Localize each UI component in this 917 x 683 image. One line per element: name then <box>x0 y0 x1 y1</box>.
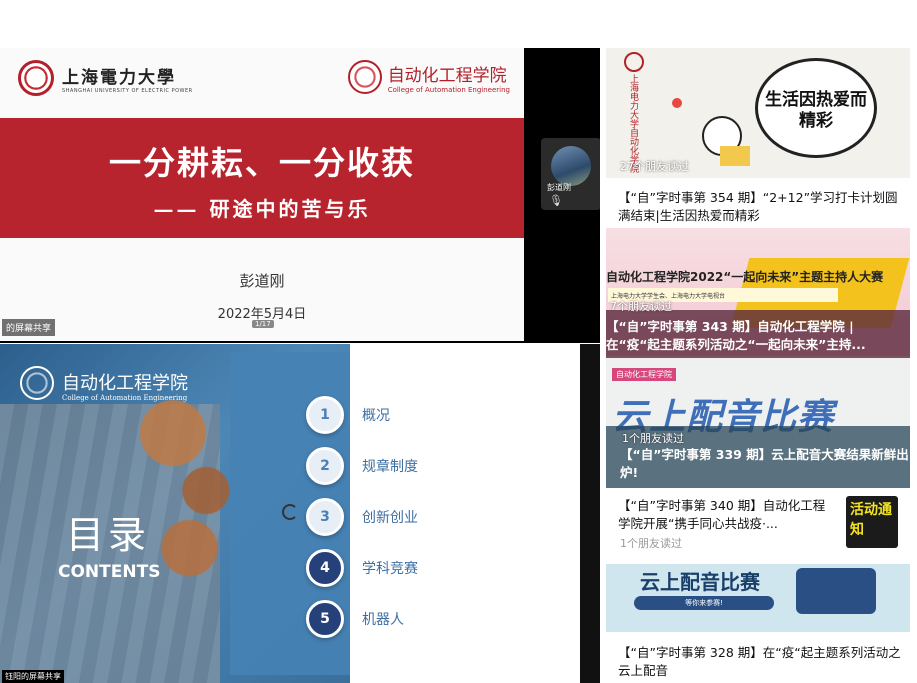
toc-item: 2 规章制度 <box>306 447 418 485</box>
toc-label: 学科竞赛 <box>362 561 418 577</box>
toc-number: 2 <box>306 447 344 485</box>
cover-title: 云上配音比赛 <box>640 570 760 594</box>
article-title[interactable]: 【“自”字时事第 340 期】自动化工程学院开展“携手同心共战疫·... <box>618 497 836 533</box>
cover-button: 等你来参赛! <box>634 596 774 610</box>
toc-item: 1 概况 <box>306 396 390 434</box>
university-name-en: SHANGHAI UNIVERSITY OF ELECTRIC POWER <box>62 87 193 94</box>
radio-illustration-icon <box>796 568 876 614</box>
article-title[interactable]: 【“自”字时事第 339 期】云上配音大赛结果新鲜出炉! <box>620 446 910 482</box>
toc-number: 1 <box>306 396 344 434</box>
article-feed[interactable]: 上海电力大学自动化学院 生活因热爱而精彩 27个朋友读过 【“自”字时事第 35… <box>600 48 917 683</box>
thumbnail-text: 活动通知 <box>850 502 892 538</box>
university-logo: 上海電力大學 SHANGHAI UNIVERSITY OF ELECTRIC P… <box>18 60 193 96</box>
participant-tile[interactable]: 彭道刚 🎙 <box>541 138 601 210</box>
avatar <box>551 146 591 186</box>
slide2-contents: CONTENTS <box>58 562 161 582</box>
read-count: 1个朋友读过 <box>620 537 682 550</box>
read-count: 7个朋友读过 <box>610 300 672 313</box>
college-seal-icon <box>347 60 382 94</box>
toc-number: 3 <box>306 498 344 536</box>
toc-label: 机器人 <box>362 612 404 628</box>
toc-number: 4 <box>306 549 344 587</box>
college-name: 自动化工程学院 <box>387 65 507 86</box>
bubble-text: 生活因热爱而精彩 <box>765 90 867 131</box>
participant-name: 彭道刚 <box>547 183 571 192</box>
cover-tag: 自动化工程学院 <box>612 368 676 381</box>
toc-item: 4 学科竞赛 <box>306 549 418 587</box>
toc-number: 5 <box>306 600 344 638</box>
screen-share-label: 的屏幕共享 <box>2 319 56 336</box>
read-count: 1个朋友读过 <box>622 432 684 445</box>
sun-icon <box>672 98 682 108</box>
screen-share-label: 钰阳的屏幕共享 <box>2 670 64 683</box>
toc-item: 3 创新创业 <box>306 498 418 536</box>
university-seal-icon <box>624 52 644 72</box>
page-indicator: 1/17 <box>252 320 274 328</box>
article-title[interactable]: 【“自”字时事第 354 期】“2+12”学习打卡计划圆满结束|生活因热爱而精彩 <box>618 189 908 225</box>
slide2-college: 自动化工程学院 <box>62 373 188 394</box>
college-logo: 自动化工程学院 College of Automation Engineerin… <box>347 60 510 94</box>
slide-title: 一分耕耘、一分收获 <box>108 144 415 182</box>
slide-author: 彭道刚 <box>239 272 285 290</box>
college-seal-icon <box>20 366 54 400</box>
article-title[interactable]: 【“自”字时事第 343 期】自动化工程学院 | 在“疫“起主题系列活动之“一起… <box>606 318 910 354</box>
university-name: 上海電力大學 <box>62 67 176 88</box>
article-title[interactable]: 【“自”字时事第 328 期】在“疫“起主题系列活动之云上配音 <box>618 644 908 680</box>
stairs-illustration <box>720 146 750 166</box>
college-name-en: College of Automation Engineering <box>387 85 510 94</box>
slide-subtitle: —— 研途中的苦与乐 <box>153 197 371 221</box>
slide2-college-en: College of Automation Engineering <box>62 394 188 402</box>
university-seal-icon <box>18 60 54 96</box>
read-count: 27个朋友读过 <box>620 160 689 173</box>
shared-slide-1: 上海電力大學 SHANGHAI UNIVERSITY OF ELECTRIC P… <box>0 48 524 341</box>
toc-item: 5 机器人 <box>306 600 404 638</box>
cover-title: 自动化工程学院2022“一起向未来”主题主持人大赛 <box>606 270 884 284</box>
slide2-heading: 目录 <box>66 513 151 557</box>
toc-label: 概况 <box>362 408 390 424</box>
article-card[interactable]: 上海电力大学自动化学院 生活因热爱而精彩 27个朋友读过 【“自”字时事第 35… <box>600 48 917 228</box>
participant-strip <box>580 344 602 683</box>
mic-muted-icon: 🎙 <box>549 194 563 207</box>
toc-label: 创新创业 <box>362 510 418 526</box>
loading-spinner-icon <box>282 504 298 520</box>
toc-label: 规章制度 <box>362 459 418 475</box>
